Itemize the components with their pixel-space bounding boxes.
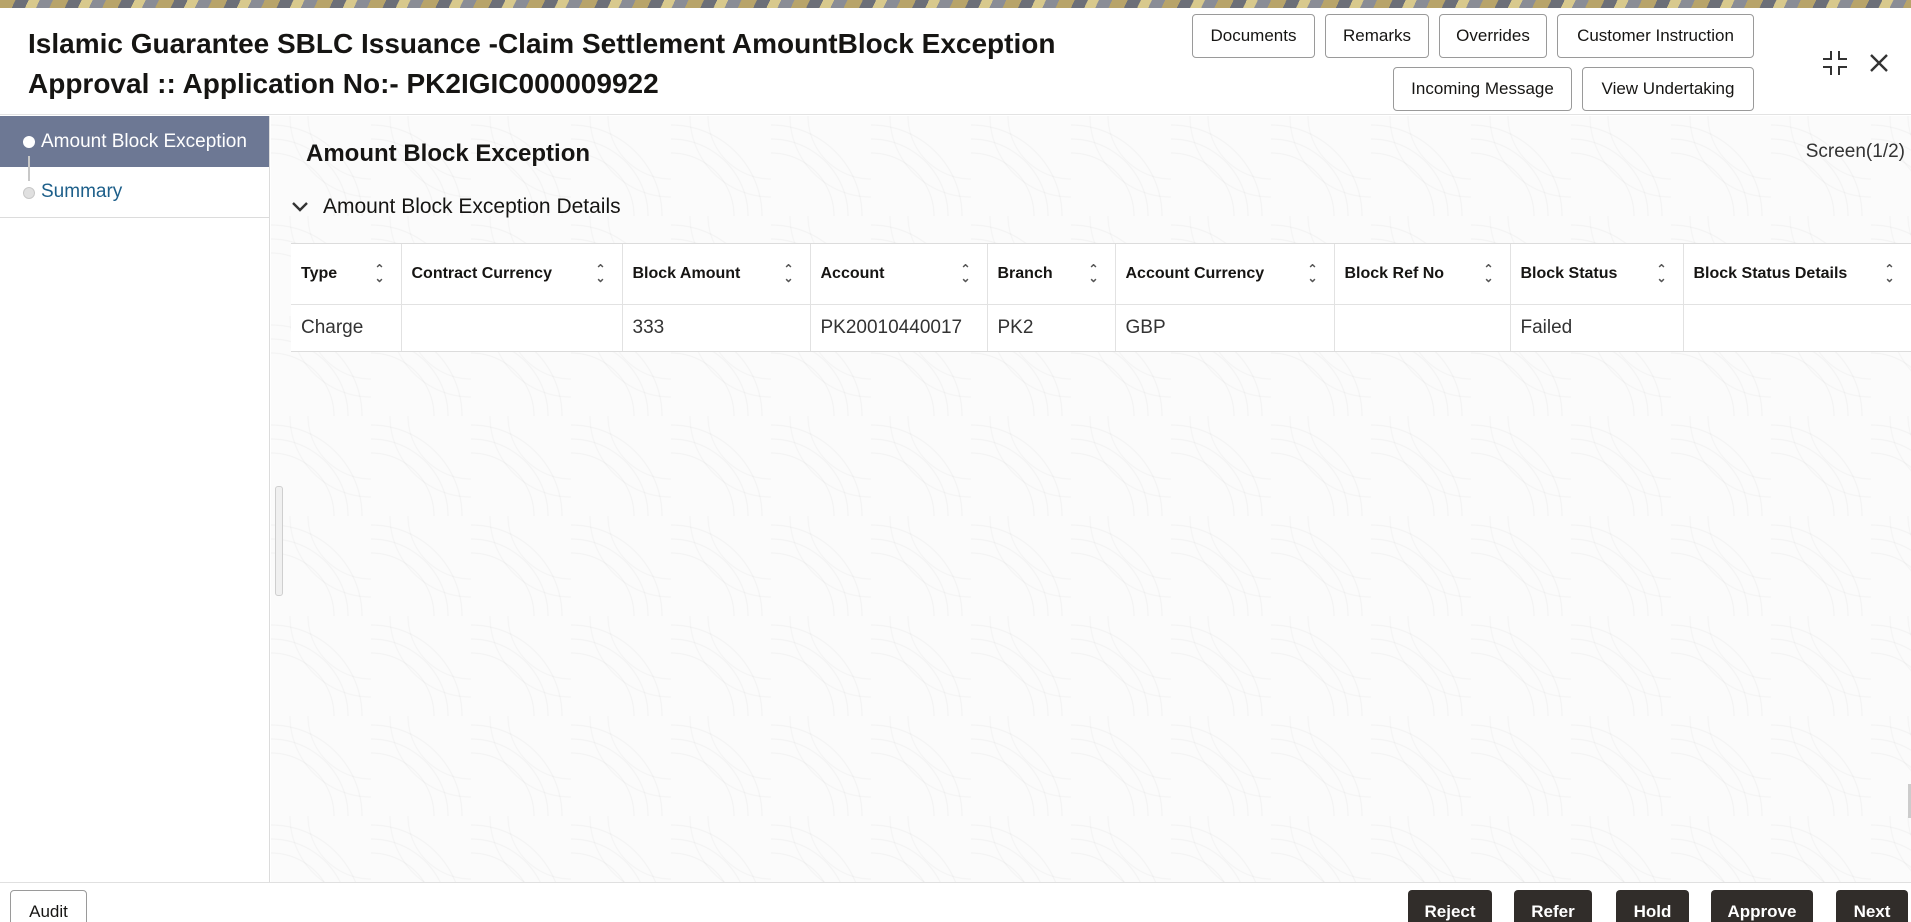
footer: Audit Reject Refer Hold Approve Next [0,882,1911,922]
amount-block-table: Type ⌃ ⌄ Contract Currency ⌃ ⌄ Block Amount ⌃… [291,243,1911,352]
hold-button[interactable]: Hold [1616,890,1689,922]
sort-icon[interactable]: ⌃ ⌄ [1656,263,1666,284]
documents-button[interactable]: Documents [1192,14,1315,58]
close-icon[interactable] [1864,48,1894,78]
table-row[interactable]: Charge 333 PK20010440017 PK2 GBP Failed [291,304,1911,351]
reject-button[interactable]: Reject [1408,890,1492,922]
cell-branch: PK2 [987,304,1116,351]
sort-icon[interactable]: ⌃ ⌄ [1088,263,1098,284]
next-button[interactable]: Next [1836,890,1908,922]
sort-icon[interactable]: ⌃ ⌄ [1483,263,1493,284]
step-inactive-dot-icon [23,187,35,199]
page-title: Amount Block Exception [306,140,591,167]
cell-block-amount: 333 [622,304,811,351]
sidebar: Amount Block Exception Summary [0,116,270,882]
sort-icon[interactable]: ⌃ ⌄ [783,263,793,284]
column-header-block-ref-no[interactable]: Block Ref No ⌃ ⌄ [1334,244,1511,305]
column-header-contract-currency[interactable]: Contract Currency ⌃ ⌄ [401,244,623,305]
screen-indicator: Screen(1/2) [1805,141,1905,162]
column-header-block-amount[interactable]: Block Amount ⌃ ⌄ [622,244,811,305]
sort-icon[interactable]: ⌃ ⌄ [374,263,384,284]
sort-icon[interactable]: ⌃ ⌄ [1884,263,1894,284]
cell-block-status-details [1683,304,1911,351]
column-header-branch[interactable]: Branch ⌃ ⌄ [987,244,1116,305]
column-header-account[interactable]: Account ⌃ ⌄ [810,244,988,305]
remarks-button[interactable]: Remarks [1325,14,1429,58]
column-header-block-status-details[interactable]: Block Status Details ⌃ ⌄ [1683,244,1911,305]
column-header-type[interactable]: Type ⌃ ⌄ [291,244,402,305]
header: Islamic Guarantee SBLC Issuance -Claim S… [0,8,1911,115]
top-decorative-strip [0,0,1911,8]
approve-button[interactable]: Approve [1711,890,1813,922]
chevron-down-icon [291,197,315,218]
cell-block-status: Failed [1510,304,1684,351]
audit-button[interactable]: Audit [10,890,87,922]
view-undertaking-button[interactable]: View Undertaking [1582,67,1754,111]
cell-account-currency: GBP [1115,304,1335,351]
cell-account: PK20010440017 [810,304,988,351]
sort-icon[interactable]: ⌃ ⌄ [595,263,605,284]
step-active-dot-icon [23,136,35,148]
section-title: Amount Block Exception Details [323,195,621,218]
app-window: Islamic Guarantee SBLC Issuance -Claim S… [0,8,1911,922]
page-header-title: Islamic Guarantee SBLC Issuance -Claim S… [28,24,1148,104]
cell-block-ref-no [1334,304,1511,351]
cell-contract-currency [401,304,623,351]
sidebar-item-label: Amount Block Exception [41,130,247,152]
main-content: Amount Block Exception Screen(1/2) Amoun… [271,116,1911,882]
sort-icon[interactable]: ⌃ ⌄ [1307,263,1317,284]
refer-button[interactable]: Refer [1514,890,1592,922]
customer-instruction-button[interactable]: Customer Instruction [1557,14,1754,58]
compress-icon[interactable] [1820,48,1850,78]
title-line-2: Approval :: Application No:- PK2IGIC0000… [28,68,659,99]
section-toggle[interactable]: Amount Block Exception Details [291,192,621,222]
overrides-button[interactable]: Overrides [1439,14,1547,58]
incoming-message-button[interactable]: Incoming Message [1393,67,1572,111]
title-line-1: Islamic Guarantee SBLC Issuance -Claim S… [28,28,1056,59]
table-header-row: Type ⌃ ⌄ Contract Currency ⌃ ⌄ Block Amount ⌃… [291,244,1911,305]
column-header-block-status[interactable]: Block Status ⌃ ⌄ [1510,244,1684,305]
sidebar-item-label: Summary [41,181,123,202]
column-header-account-currency[interactable]: Account Currency ⌃ ⌄ [1115,244,1335,305]
panel-resize-handle[interactable] [275,486,283,596]
sidebar-item-summary[interactable]: Summary [0,167,269,218]
sidebar-item-amount-block-exception[interactable]: Amount Block Exception [0,116,269,167]
cell-type: Charge [291,304,402,351]
sort-icon[interactable]: ⌃ ⌄ [960,263,970,284]
